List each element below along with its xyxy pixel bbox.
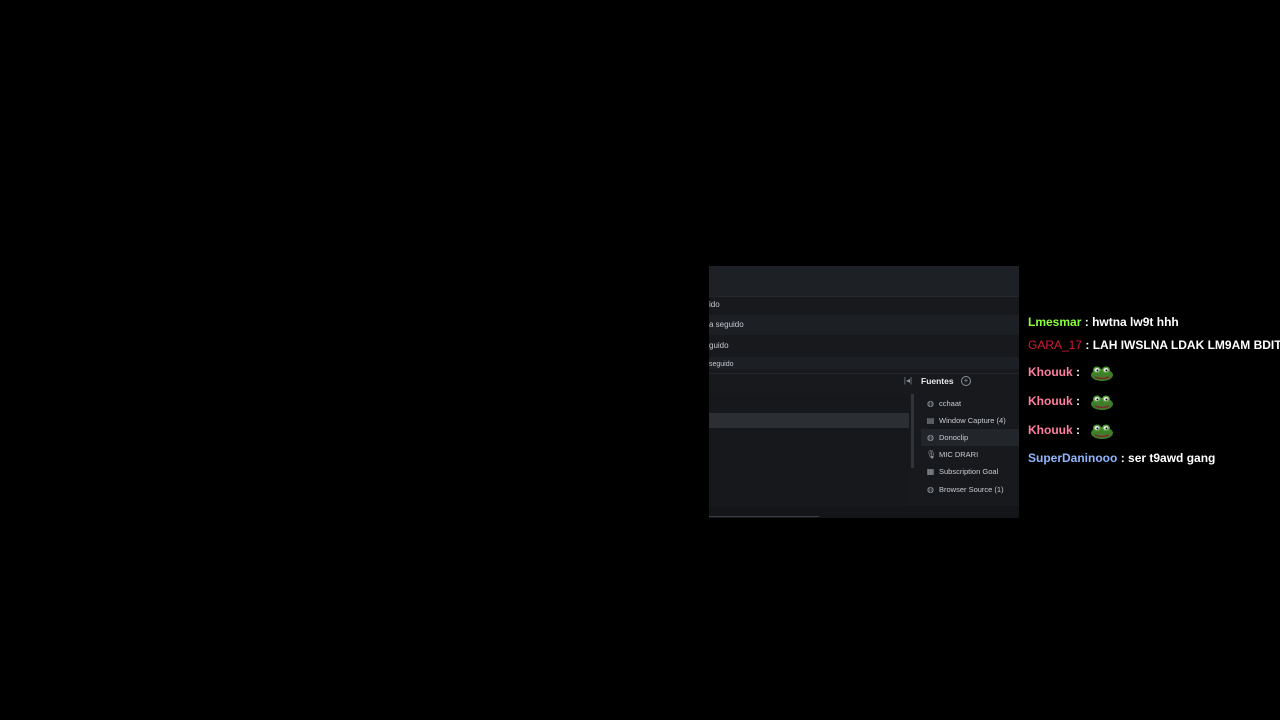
event-text: a seguido [709,320,744,329]
chat-separator: : [1076,394,1081,408]
pepe-frog-emote [1089,394,1115,410]
chat-text: hwtna lw9t hhh [1092,315,1179,329]
event-text: guido [709,341,729,350]
event-row: guido [709,336,1019,356]
chat-separator: : [1085,338,1090,352]
chat-message: Khouuk : [1028,420,1115,440]
bottom-progress-line [709,516,819,517]
source-item[interactable]: ◍ Browser Source (1) [921,481,1019,498]
source-item[interactable]: ▦ Subscription Goal [921,463,1019,480]
event-text: ido [709,300,720,309]
window-icon: ▤ [926,416,935,425]
chat-username: Lmesmar [1028,315,1082,329]
microphone-icon: 🎙 [926,450,937,459]
chat-username: SuperDaninooo [1028,451,1118,465]
source-item[interactable]: 🎙 MIC DRARI [921,446,1019,463]
chat-username: Khouuk [1028,394,1073,408]
chat-username: Khouuk [1028,423,1073,437]
add-circle-icon[interactable]: + [961,376,971,386]
chat-separator: : [1084,315,1089,329]
chat-username: GARA_17 [1028,338,1083,352]
source-label: Donoclip [939,433,969,442]
chat-text: LAH IWSLNA LDAK LM9AM BDIT [1092,338,1280,352]
source-label: MIC DRARI [939,450,979,459]
chat-separator: : [1076,423,1081,437]
source-label: cchaat [939,399,962,408]
filter-icon[interactable]: |◂| [903,376,913,386]
pepe-frog-emote [1089,423,1115,439]
sources-header [709,374,1019,394]
obs-window-capture: ido a seguido guido seguido |◂| Fuentes … [709,266,1019,518]
chat-message: SuperDaninooo : ser t9awd gang [1028,448,1215,468]
scene-row-selected[interactable] [709,413,909,428]
event-text: seguido [709,361,734,368]
source-item[interactable]: ◍ Donoclip [921,429,1019,446]
event-row: seguido [709,357,1019,369]
source-item[interactable]: ▤ Window Capture (4) [921,412,1019,429]
chat-separator: : [1076,365,1081,379]
event-row: a seguido [709,315,1019,335]
sources-title: Fuentes [921,376,954,386]
source-label: Subscription Goal [939,467,999,476]
chat-message: Khouuk : [1028,362,1115,382]
chat-username: Khouuk [1028,365,1073,379]
scene-list [709,394,909,506]
chat-message: Khouuk : [1028,391,1115,411]
source-item[interactable]: ◍ cchaat [921,395,1019,412]
globe-icon: ◍ [927,485,934,494]
scrollbar[interactable] [911,394,914,468]
source-label: Browser Source (1) [939,485,1004,494]
globe-icon: ◍ [927,399,934,408]
chat-text: ser t9awd gang [1128,451,1216,465]
capture-top-bar [709,266,1019,297]
calendar-icon: ▦ [926,467,935,476]
event-row: ido [709,295,1019,315]
globe-icon: ◍ [927,433,934,442]
chat-separator: : [1120,451,1125,465]
chat-message: GARA_17 : LAH IWSLNA LDAK LM9AM BDIT [1028,335,1280,355]
source-label: Window Capture (4) [939,416,1006,425]
chat-message: Lmesmar : hwtna lw9t hhh [1028,312,1179,332]
pepe-frog-emote [1089,365,1115,381]
